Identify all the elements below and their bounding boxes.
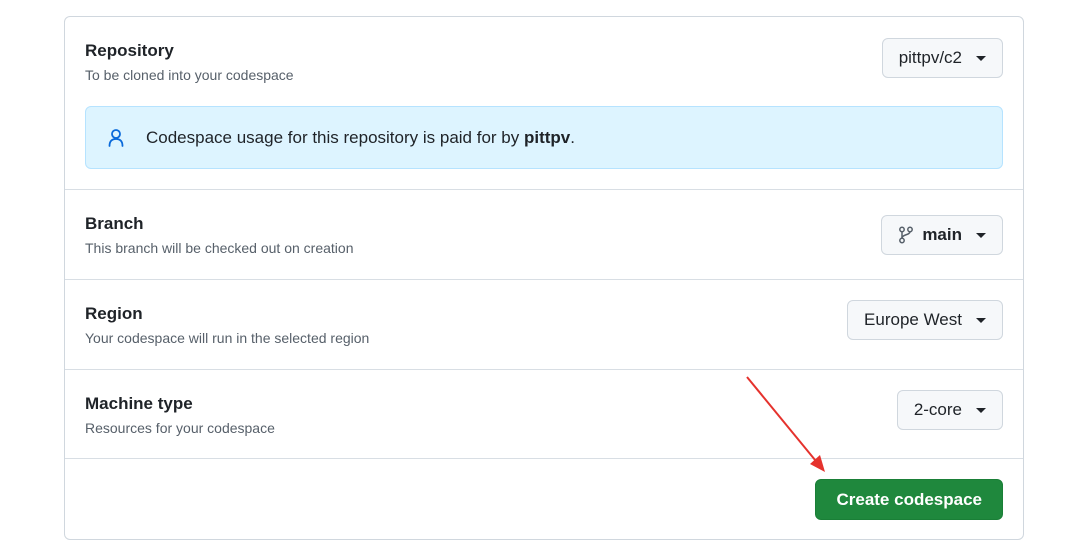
region-section: Region Your codespace will run in the se… — [65, 280, 1023, 370]
region-selected: Europe West — [864, 310, 962, 329]
billing-notice-text: Codespace usage for this repository is p… — [146, 127, 575, 147]
caret-down-icon — [976, 407, 986, 413]
region-title: Region — [85, 304, 143, 323]
person-icon — [108, 128, 124, 147]
caret-down-icon — [976, 317, 986, 323]
branch-title: Branch — [85, 214, 144, 233]
region-description: Your codespace will run in the selected … — [85, 330, 370, 346]
repository-section: Repository To be cloned into your codesp… — [65, 17, 1023, 190]
machine-type-title: Machine type — [85, 394, 193, 413]
repository-selected: pittpv/c2 — [898, 48, 962, 67]
branch-dropdown[interactable]: main — [881, 215, 1003, 255]
repository-dropdown[interactable]: pittpv/c2 — [881, 38, 1003, 78]
machine-type-dropdown[interactable]: 2-core — [896, 390, 1003, 430]
machine-type-description: Resources for your codespace — [85, 420, 275, 436]
codespace-config-card: Repository To be cloned into your codesp… — [64, 16, 1024, 540]
machine-type-selected: 2-core — [913, 400, 962, 419]
branch-selected: main — [922, 225, 962, 244]
machine-type-section: Machine type Resources for your codespac… — [65, 370, 1023, 459]
repository-title: Repository — [85, 41, 174, 60]
create-codespace-button[interactable]: Create codespace — [815, 479, 1003, 520]
git-branch-icon — [899, 226, 914, 244]
region-dropdown[interactable]: Europe West — [847, 300, 1003, 340]
branch-section: Branch This branch will be checked out o… — [65, 190, 1023, 280]
branch-description: This branch will be checked out on creat… — [85, 240, 354, 256]
caret-down-icon — [976, 55, 986, 61]
billing-notice: Codespace usage for this repository is p… — [85, 106, 1003, 169]
billing-owner: pittpv — [523, 127, 571, 147]
form-footer: Create codespace — [65, 459, 1023, 541]
caret-down-icon — [976, 232, 986, 238]
repository-description: To be cloned into your codespace — [85, 67, 294, 83]
